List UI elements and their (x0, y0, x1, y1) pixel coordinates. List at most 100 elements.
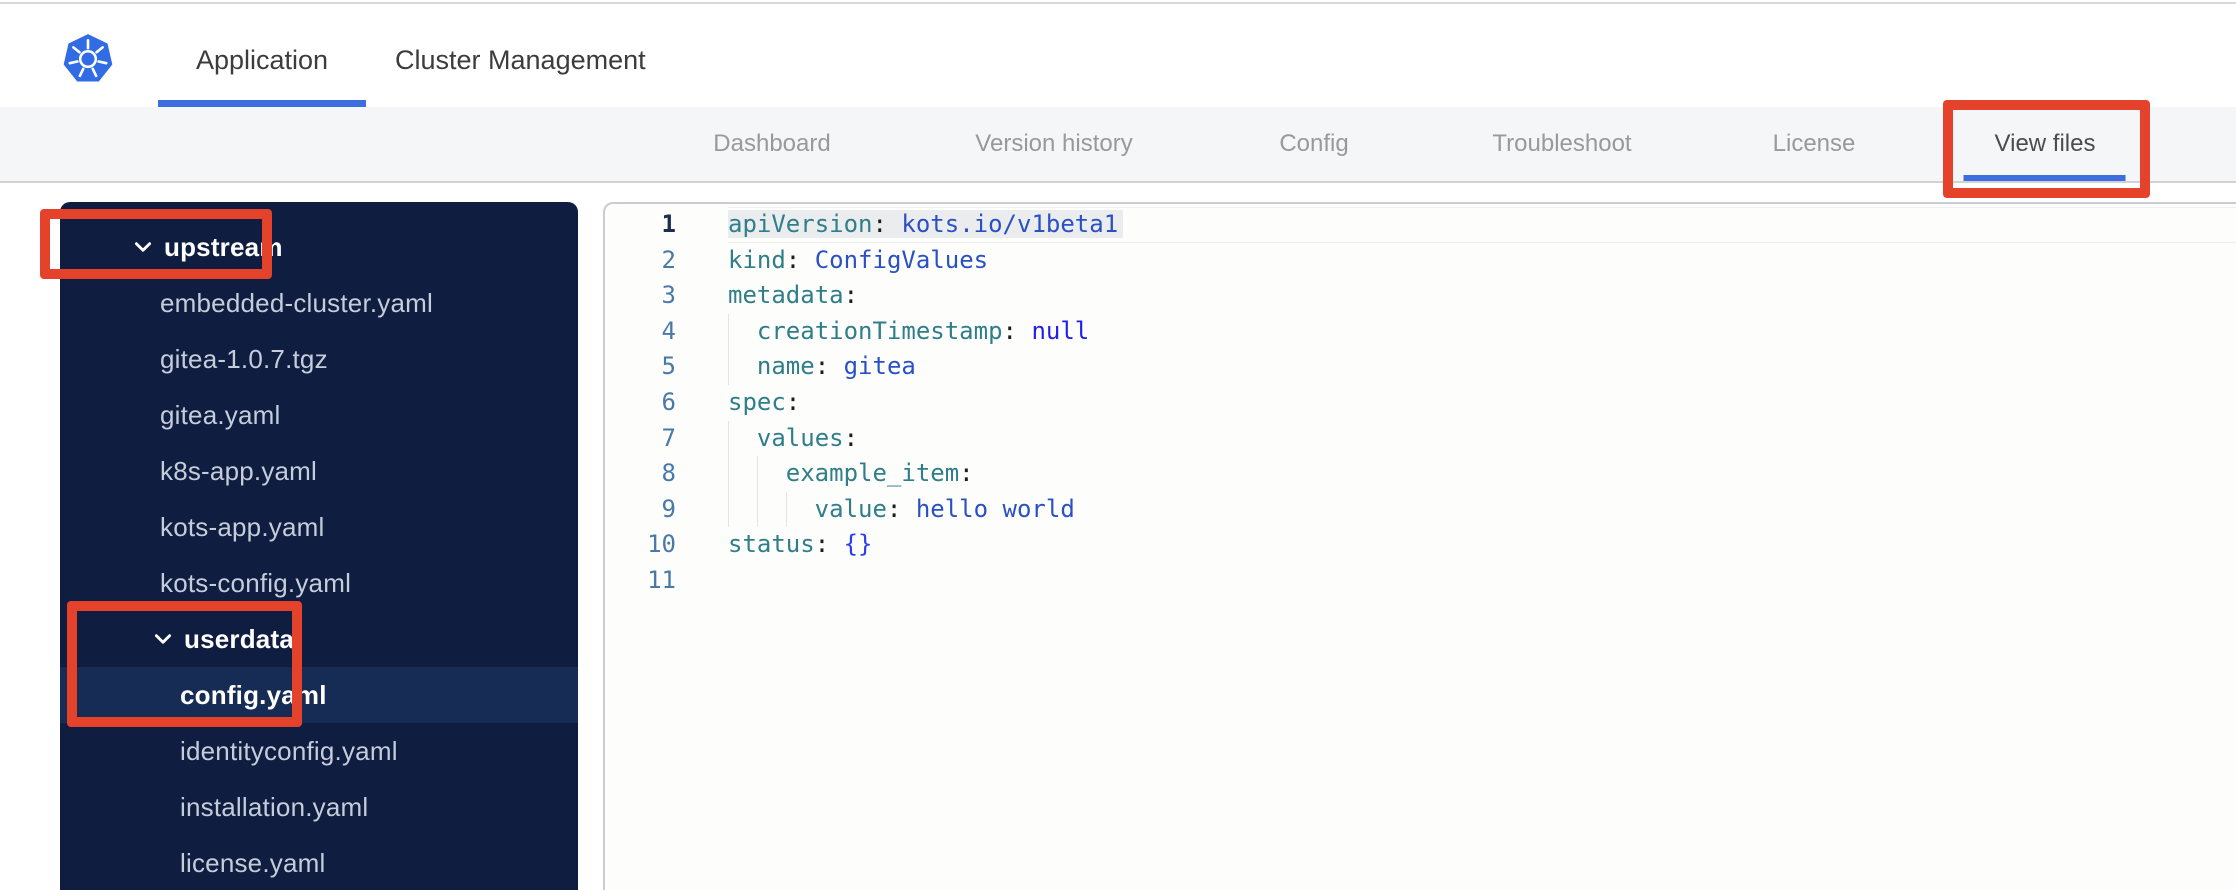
subnav-tab-view-files[interactable]: View files (1964, 107, 2126, 181)
line-number: 8 (661, 459, 676, 488)
folder-name: userdata (184, 623, 294, 654)
tree-file-identityconfig-yaml[interactable]: identityconfig.yaml (60, 723, 578, 779)
indent-guide (728, 456, 757, 492)
gutter-gap (676, 243, 728, 279)
code-text: metadata: (728, 281, 859, 310)
line-number: 10 (647, 530, 676, 559)
subnav-tab-label: Dashboard (713, 130, 831, 157)
tree-file-gitea-yaml[interactable]: gitea.yaml (60, 387, 578, 443)
gutter-gap (676, 563, 728, 599)
code-line-1: 1 apiVersion: kots.io/v1beta1 (605, 207, 2236, 243)
subnav-tab-config[interactable]: Config (1279, 107, 1348, 181)
active-subnav-underline (1964, 175, 2126, 181)
subnav-tab-label: License (1772, 130, 1856, 157)
tree-file-k8s-app-yaml[interactable]: k8s-app.yaml (60, 443, 578, 499)
gutter-gap (676, 456, 728, 492)
file-name: installation.yaml (180, 791, 369, 822)
selected-text: apiVersion: kots.io/v1beta1 (728, 210, 1124, 238)
indent-guide (728, 420, 757, 457)
tree-file-license-yaml[interactable]: license.yaml (60, 835, 578, 890)
code-text: creationTimestamp: null (756, 316, 1090, 345)
code-editor[interactable]: 1 apiVersion: kots.io/v1beta1 2 kind: Confi… (603, 202, 2236, 890)
code-line-9: 9 value: hello world (605, 491, 2236, 528)
gutter-gap (676, 207, 728, 243)
file-name: k8s-app.yaml (160, 455, 318, 486)
subnav-tab-label: View files (1994, 130, 2096, 157)
tree-file-installation-yaml[interactable]: installation.yaml (60, 779, 578, 835)
tab-cluster-management[interactable]: Cluster Management (395, 4, 646, 107)
gutter-gap (676, 314, 728, 350)
tree-file-kots-app-yaml[interactable]: kots-app.yaml (60, 499, 578, 555)
indent-guide (756, 491, 786, 528)
active-tab-underline (158, 100, 366, 107)
code-text: status: {} (728, 530, 873, 559)
indent-guide (728, 491, 757, 528)
line-number: 9 (661, 494, 676, 523)
code-text: apiVersion: kots.io/v1beta1 (728, 207, 1124, 243)
line-number: 11 (647, 565, 676, 594)
chevron-down-icon (152, 628, 174, 650)
code-line-6: 6 spec: (605, 385, 2236, 421)
chevron-down-icon (132, 236, 154, 258)
subnav-tab-label: Version history (975, 130, 1133, 157)
indent-guide (728, 313, 757, 350)
indent-guide (728, 349, 757, 385)
code-text: value: hello world (814, 494, 1075, 523)
code-line-3: 3 metadata: (605, 278, 2236, 314)
tree-folder-userdata[interactable]: userdata (60, 611, 578, 667)
tree-folder-upstream[interactable]: upstream (60, 219, 578, 275)
line-number: 7 (661, 423, 676, 452)
gutter-gap (676, 527, 728, 563)
subnav-tab-dashboard[interactable]: Dashboard (713, 107, 830, 181)
code-text: example_item: (785, 459, 974, 488)
file-name: gitea-1.0.7.tgz (160, 343, 328, 374)
code-text: spec: (728, 387, 801, 416)
subnav-tab-label: Troubleshoot (1492, 130, 1632, 157)
file-name: kots-app.yaml (160, 511, 325, 542)
code-line-10: 10 status: {} (605, 527, 2236, 563)
kubernetes-logo-icon (62, 32, 114, 84)
file-name: gitea.yaml (160, 399, 281, 430)
line-number: 1 (661, 210, 676, 238)
gutter-gap (676, 278, 728, 314)
gutter-gap (676, 492, 728, 528)
line-number: 5 (661, 352, 676, 381)
indent-guide (785, 491, 815, 528)
line-number: 6 (661, 387, 676, 416)
line-number: 3 (661, 281, 676, 310)
file-name: license.yaml (180, 847, 326, 878)
tab-label: Application (195, 45, 329, 75)
code-line-8: 8 example_item: (605, 456, 2236, 492)
app-header: Application Cluster Management (0, 4, 2236, 107)
tree-file-kots-config-yaml[interactable]: kots-config.yaml (60, 555, 578, 611)
tab-application[interactable]: Application (158, 4, 366, 107)
subnav-tab-troubleshoot[interactable]: Troubleshoot (1492, 107, 1631, 181)
file-tree-sidebar: upstream embedded-cluster.yaml gitea-1.0.7… (60, 202, 578, 890)
file-name: embedded-cluster.yaml (160, 287, 433, 318)
kots-admin-console: Application Cluster Management Dashboard V… (0, 0, 2236, 890)
file-name: identityconfig.yaml (180, 735, 398, 766)
subnav-tab-license[interactable]: License (1773, 107, 1856, 181)
gutter-gap (676, 385, 728, 421)
subnav-tab-version-history[interactable]: Version history (975, 107, 1132, 181)
subnav-tab-label: Config (1279, 130, 1349, 157)
code-line-4: 4 creationTimestamp: null (605, 313, 2236, 350)
gutter-gap (676, 421, 728, 457)
gutter-gap (676, 349, 728, 385)
file-name: kots-config.yaml (160, 567, 352, 598)
file-name: config.yaml (180, 679, 327, 710)
code-line-2: 2 kind: ConfigValues (605, 243, 2236, 279)
code-line-5: 5 name: gitea (605, 349, 2236, 385)
code-line-11: 11 (605, 563, 2236, 599)
code-text: name: gitea (756, 352, 916, 381)
tab-label: Cluster Management (395, 45, 646, 75)
code-text: kind: ConfigValues (728, 245, 989, 274)
folder-name: upstream (164, 231, 283, 262)
tree-file-gitea-1-0-7-tgz[interactable]: gitea-1.0.7.tgz (60, 331, 578, 387)
line-number: 2 (661, 245, 676, 274)
line-number: 4 (661, 316, 676, 345)
tree-file-config-yaml[interactable]: config.yaml (60, 667, 578, 723)
indent-guide (756, 456, 786, 492)
code-line-7: 7 values: (605, 420, 2236, 457)
tree-file-embedded-cluster-yaml[interactable]: embedded-cluster.yaml (60, 275, 578, 331)
